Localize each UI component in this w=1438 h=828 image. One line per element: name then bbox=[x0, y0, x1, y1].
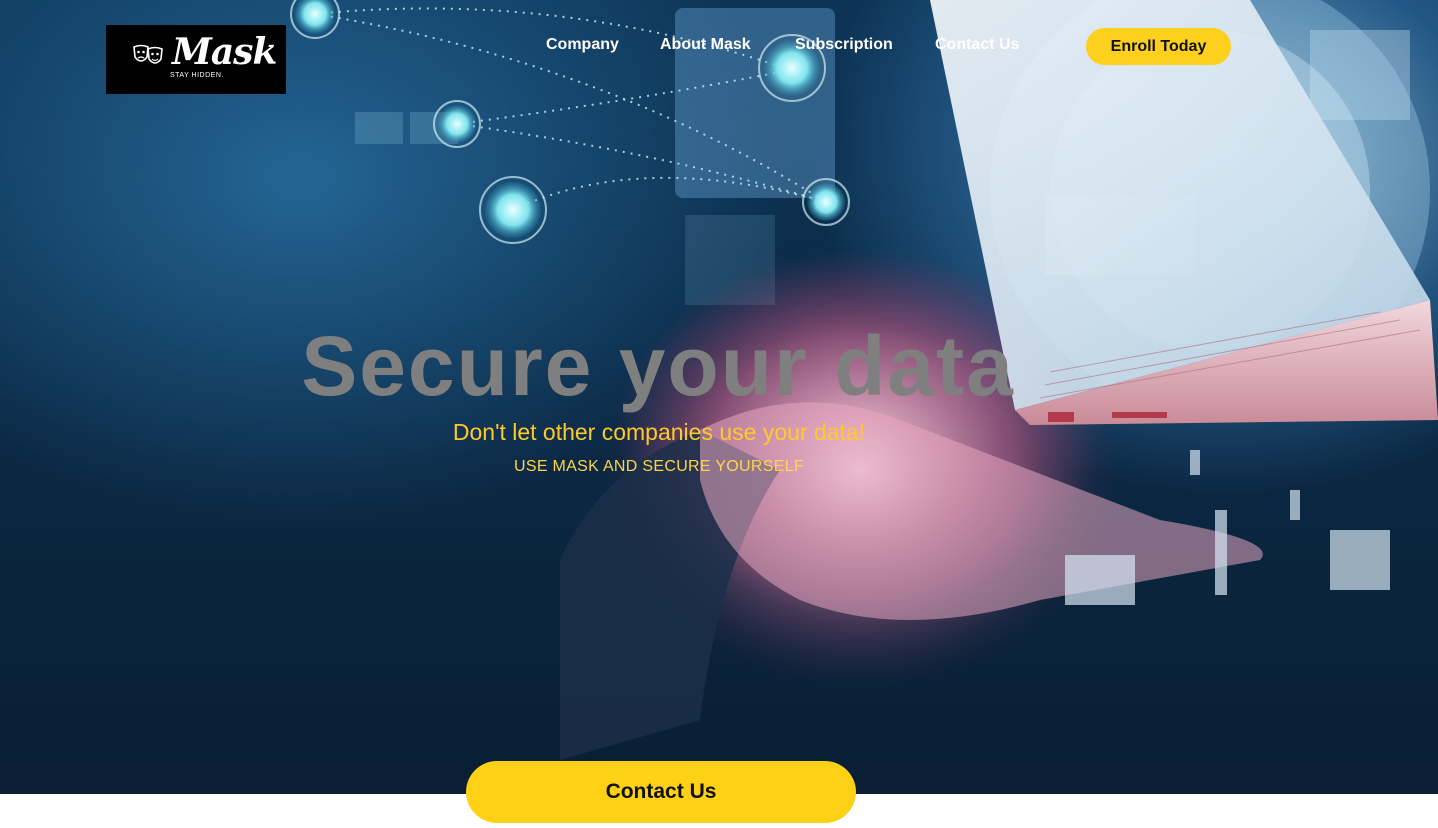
hero-subtitle: Don't let other companies use your data! bbox=[452, 419, 866, 445]
nav-item-about-mask[interactable]: About Mask bbox=[660, 36, 751, 54]
enroll-today-button[interactable]: Enroll Today bbox=[1086, 28, 1231, 65]
logo-tagline: STAY HIDDEN. bbox=[170, 72, 224, 79]
hero-title: Secure your data bbox=[301, 319, 1015, 413]
logo-wordmark: Mask bbox=[172, 31, 277, 73]
contact-us-button[interactable]: Contact Us bbox=[466, 761, 856, 823]
theater-masks-icon bbox=[133, 44, 163, 64]
hero-tagline: USE MASK AND SECURE YOURSELF bbox=[514, 458, 804, 475]
logo[interactable]: Mask STAY HIDDEN. bbox=[106, 25, 286, 94]
nav-item-contact-us[interactable]: Contact Us bbox=[935, 36, 1019, 54]
nav-item-subscription[interactable]: Subscription bbox=[795, 36, 893, 54]
nav-item-company[interactable]: Company bbox=[546, 36, 619, 54]
